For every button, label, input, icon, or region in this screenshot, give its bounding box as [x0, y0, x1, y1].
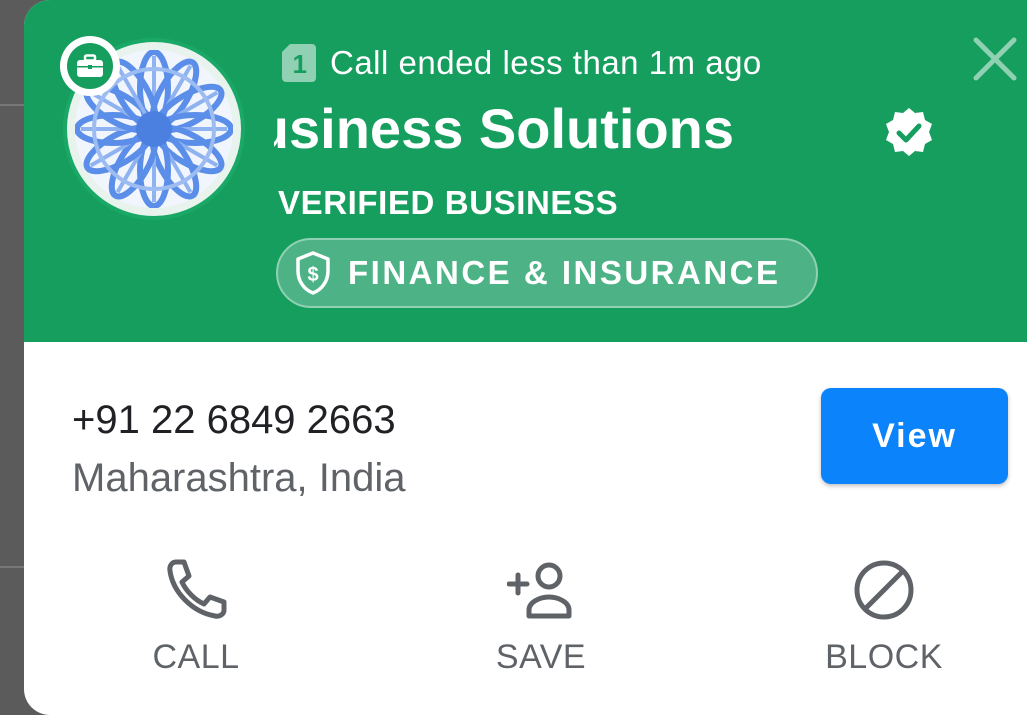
view-button[interactable]: View — [821, 388, 1008, 484]
block-icon — [854, 560, 914, 620]
backdrop-divider — [0, 104, 24, 106]
business-name-container: Business Solutions — [274, 96, 734, 166]
business-name: Business Solutions — [274, 97, 734, 160]
caller-location: Maharashtra, India — [72, 456, 406, 500]
business-badge — [60, 36, 120, 96]
shield-dollar-icon: $ — [296, 251, 330, 295]
category-label: FINANCE & INSURANCE — [348, 254, 781, 291]
close-icon[interactable] — [970, 34, 1020, 84]
save-action[interactable]: SAVE — [441, 556, 641, 686]
call-status-text: Call ended less than 1m ago — [330, 44, 762, 81]
phone-icon — [167, 559, 227, 619]
briefcase-icon — [77, 54, 103, 77]
svg-text:$: $ — [307, 264, 318, 286]
save-label: SAVE — [495, 638, 587, 676]
category-badge: $ FINANCE & INSURANCE — [276, 238, 818, 308]
verified-icon — [886, 108, 932, 156]
call-label: CALL — [152, 638, 240, 676]
phone-number: +91 22 6849 2663 — [72, 398, 396, 442]
sim-1-icon: 1 — [282, 44, 316, 82]
add-person-icon — [507, 562, 572, 619]
backdrop-divider — [0, 566, 24, 568]
block-action[interactable]: BLOCK — [784, 556, 984, 686]
caller-id-card: 1 Call ended less than 1m ago Business S… — [24, 0, 1027, 715]
caller-header: 1 Call ended less than 1m ago Business S… — [24, 0, 1027, 342]
svg-text:1: 1 — [293, 49, 308, 79]
call-action[interactable]: CALL — [96, 556, 296, 686]
block-label: BLOCK — [825, 638, 943, 676]
call-status: 1 Call ended less than 1m ago — [282, 44, 762, 82]
verified-business-label: VERIFIED BUSINESS — [278, 184, 619, 221]
